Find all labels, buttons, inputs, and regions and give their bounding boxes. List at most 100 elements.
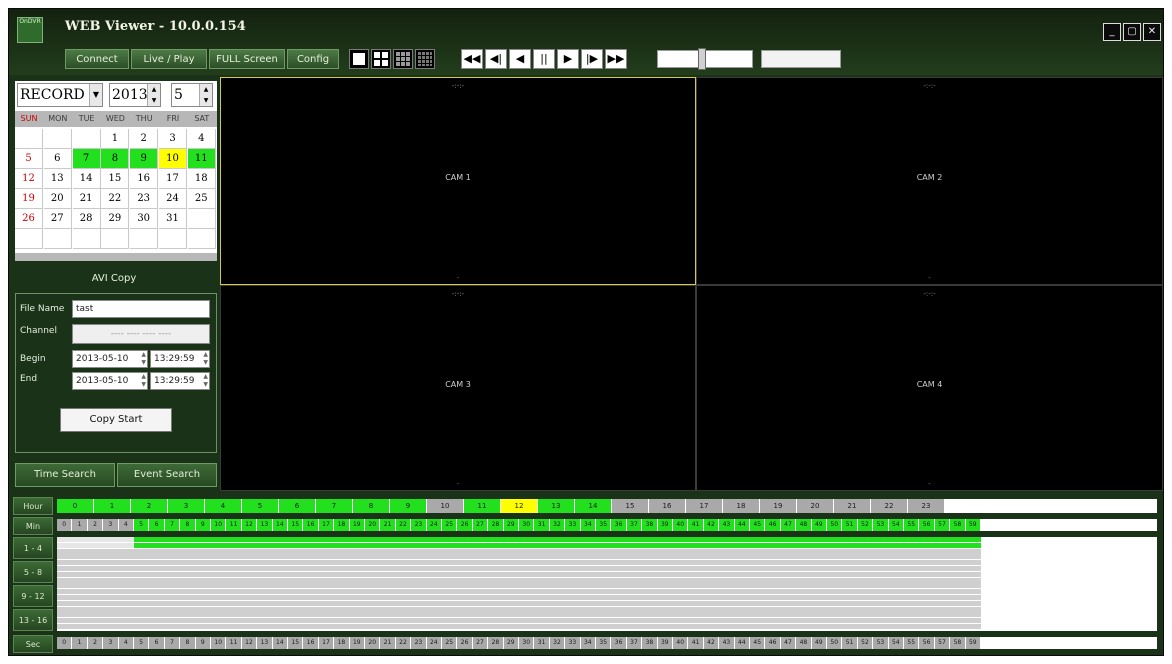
- second-cell-58[interactable]: 58: [950, 637, 965, 649]
- channel-bar-10[interactable]: [57, 589, 981, 595]
- calendar-day-12[interactable]: 12: [15, 169, 43, 189]
- hour-cell-18[interactable]: 18: [723, 499, 759, 513]
- minute-cell-1[interactable]: 1: [72, 519, 87, 531]
- end-time-spin-icon[interactable]: ▲ ▼: [203, 373, 208, 389]
- second-cell-34[interactable]: 34: [580, 637, 595, 649]
- minute-cell-56[interactable]: 56: [919, 519, 934, 531]
- calendar-day-30[interactable]: 30: [130, 209, 159, 229]
- playback-speed-slider[interactable]: [657, 48, 753, 70]
- calendar-day-5[interactable]: 5: [15, 149, 43, 169]
- calendar-day-25[interactable]: 25: [187, 189, 216, 209]
- minute-cell-29[interactable]: 29: [503, 519, 518, 531]
- month-spin-icon[interactable]: ▲ ▼: [199, 84, 212, 106]
- second-cell-29[interactable]: 29: [503, 637, 518, 649]
- calendar-day-18[interactable]: 18: [187, 169, 216, 189]
- second-cell-36[interactable]: 36: [611, 637, 626, 649]
- second-cell-56[interactable]: 56: [919, 637, 934, 649]
- calendar-day-15[interactable]: 15: [101, 169, 130, 189]
- hour-cell-20[interactable]: 20: [797, 499, 833, 513]
- minute-cell-55[interactable]: 55: [904, 519, 919, 531]
- channel-bar-11[interactable]: [57, 595, 981, 600]
- live-play-button[interactable]: Live / Play: [131, 49, 207, 69]
- end-date-input[interactable]: 2013-05-10 ▲ ▼: [72, 372, 148, 390]
- minute-cell-19[interactable]: 19: [349, 519, 364, 531]
- second-cell-54[interactable]: 54: [888, 637, 903, 649]
- second-cell-35[interactable]: 35: [596, 637, 611, 649]
- connect-button[interactable]: Connect: [65, 49, 129, 69]
- minute-cell-40[interactable]: 40: [673, 519, 688, 531]
- tab-event-search[interactable]: Event Search: [117, 463, 217, 487]
- minute-cell-59[interactable]: 59: [965, 519, 980, 531]
- minute-cell-30[interactable]: 30: [519, 519, 534, 531]
- channel-bar-5[interactable]: [57, 560, 981, 566]
- second-cell-39[interactable]: 39: [657, 637, 672, 649]
- second-cell-3[interactable]: 3: [103, 637, 118, 649]
- minute-cell-2[interactable]: 2: [87, 519, 103, 531]
- second-cell-10[interactable]: 10: [211, 637, 226, 649]
- hour-cell-3[interactable]: 3: [168, 499, 204, 513]
- year-spin-icon[interactable]: ▲ ▼: [147, 84, 160, 106]
- hour-cell-22[interactable]: 22: [871, 499, 907, 513]
- second-cell-16[interactable]: 16: [303, 637, 318, 649]
- calendar-day-23[interactable]: 23: [130, 189, 159, 209]
- channel-bar-13[interactable]: [57, 606, 981, 612]
- minute-cell-9[interactable]: 9: [195, 519, 210, 531]
- hour-cell-9[interactable]: 9: [390, 499, 426, 513]
- end-date-spin-icon[interactable]: ▲ ▼: [141, 373, 146, 389]
- channel-select[interactable]: ---- ---- ---- ----: [72, 324, 210, 344]
- second-cell-7[interactable]: 7: [164, 637, 180, 649]
- calendar-day-31[interactable]: 31: [159, 209, 187, 229]
- begin-date-input[interactable]: 2013-05-10 ▲ ▼: [72, 350, 148, 368]
- second-cell-9[interactable]: 9: [195, 637, 210, 649]
- minute-cell-35[interactable]: 35: [596, 519, 611, 531]
- minute-cell-18[interactable]: 18: [334, 519, 349, 531]
- calendar-day-4[interactable]: 4: [187, 129, 216, 149]
- second-cell-5[interactable]: 5: [134, 637, 149, 649]
- restore-button[interactable]: ▢: [1123, 23, 1141, 41]
- calendar-day-13[interactable]: 13: [43, 169, 72, 189]
- reverse-play-button[interactable]: ◀: [509, 49, 531, 69]
- minute-cell-28[interactable]: 28: [488, 519, 503, 531]
- second-cell-12[interactable]: 12: [241, 637, 257, 649]
- second-cell-26[interactable]: 26: [457, 637, 472, 649]
- second-cell-8[interactable]: 8: [180, 637, 195, 649]
- hour-cell-2[interactable]: 2: [131, 499, 167, 513]
- layout-1-button[interactable]: [349, 49, 369, 69]
- camera-view-1[interactable]: -:-:- CAM 1 -: [220, 77, 696, 285]
- minute-cell-7[interactable]: 7: [164, 519, 180, 531]
- minute-cell-54[interactable]: 54: [888, 519, 903, 531]
- calendar-day-6[interactable]: 6: [43, 149, 72, 169]
- calendar-day-2[interactable]: 2: [130, 129, 159, 149]
- second-cell-28[interactable]: 28: [488, 637, 503, 649]
- minute-cell-13[interactable]: 13: [257, 519, 272, 531]
- minute-cell-34[interactable]: 34: [580, 519, 595, 531]
- second-cell-24[interactable]: 24: [426, 637, 441, 649]
- hour-cell-14[interactable]: 14: [575, 499, 611, 513]
- calendar-day-29[interactable]: 29: [101, 209, 130, 229]
- minute-cell-45[interactable]: 45: [750, 519, 765, 531]
- minute-cell-43[interactable]: 43: [719, 519, 734, 531]
- step-back-button[interactable]: ◀|: [485, 49, 507, 69]
- channel-bar-16[interactable]: [57, 624, 981, 629]
- minute-cell-36[interactable]: 36: [611, 519, 626, 531]
- end-time-input[interactable]: 13:29:59 ▲ ▼: [150, 372, 210, 390]
- second-cell-6[interactable]: 6: [149, 637, 164, 649]
- minute-cell-37[interactable]: 37: [626, 519, 642, 531]
- second-cell-46[interactable]: 46: [765, 637, 780, 649]
- slider-thumb[interactable]: [698, 48, 706, 70]
- minute-cell-23[interactable]: 23: [411, 519, 426, 531]
- minute-cell-31[interactable]: 31: [534, 519, 549, 531]
- minute-cell-52[interactable]: 52: [857, 519, 873, 531]
- minute-cell-16[interactable]: 16: [303, 519, 318, 531]
- minute-cell-14[interactable]: 14: [272, 519, 287, 531]
- hour-cell-19[interactable]: 19: [760, 499, 796, 513]
- hour-cell-8[interactable]: 8: [353, 499, 389, 513]
- mode-select[interactable]: RECORD ▼: [17, 83, 103, 107]
- play-button[interactable]: ▶: [557, 49, 579, 69]
- calendar-day-11[interactable]: 11: [187, 149, 216, 169]
- second-cell-11[interactable]: 11: [226, 637, 241, 649]
- second-cell-40[interactable]: 40: [673, 637, 688, 649]
- minute-cell-6[interactable]: 6: [149, 519, 164, 531]
- hour-cell-0[interactable]: 0: [57, 499, 93, 513]
- second-cell-55[interactable]: 55: [904, 637, 919, 649]
